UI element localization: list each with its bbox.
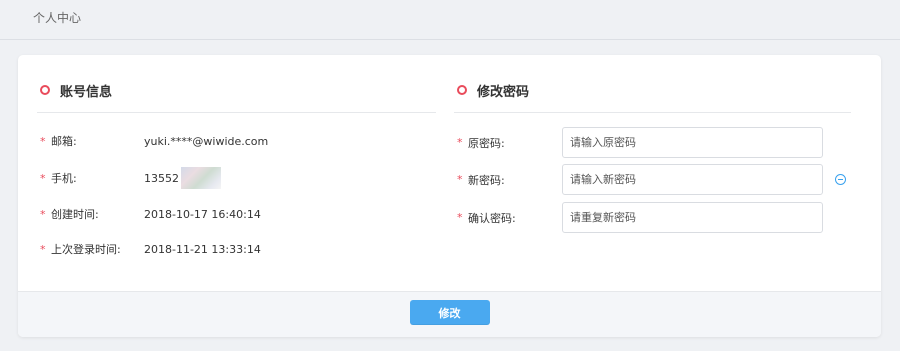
info-row-last-login: * 上次登录时间: 2018-11-21 13:33:14	[37, 241, 436, 257]
change-password-title: 修改密码	[477, 85, 530, 100]
profile-card: 账号信息 * 邮箱: yuki.****@wiwide.com * 手机: 13…	[18, 55, 881, 337]
last-login-value: 2018-11-21 13:33:14	[144, 242, 261, 256]
account-info-section: 账号信息 * 邮箱: yuki.****@wiwide.com * 手机: 13…	[37, 55, 436, 256]
required-mark: *	[457, 173, 463, 186]
form-row-new-password: * 新密码:	[454, 164, 851, 195]
required-mark: *	[457, 136, 463, 149]
page-header: 个人中心	[0, 0, 900, 40]
form-row-confirm-password: * 确认密码:	[454, 202, 851, 233]
email-label: 邮箱:	[51, 135, 77, 148]
required-mark: *	[40, 134, 46, 148]
account-info-header: 账号信息	[37, 55, 436, 113]
phone-label: 手机:	[51, 172, 77, 185]
required-mark: *	[40, 242, 46, 256]
email-value: yuki.****@wiwide.com	[144, 134, 269, 148]
phone-value-wrap: 13552	[144, 167, 221, 189]
submit-button[interactable]: 修改	[409, 300, 490, 325]
account-info-title: 账号信息	[60, 85, 113, 100]
created-time-value: 2018-10-17 16:40:14	[144, 207, 261, 221]
circle-ring-icon	[40, 85, 50, 95]
change-password-header: 修改密码	[454, 55, 851, 113]
form-row-old-password: * 原密码:	[454, 127, 851, 158]
card-footer: 修改	[18, 291, 881, 337]
created-time-label: 创建时间:	[51, 208, 99, 221]
old-password-input[interactable]	[562, 127, 823, 158]
change-password-section: 修改密码 * 原密码: * 新密码: * 确认密码:	[454, 55, 851, 233]
old-password-label: 原密码:	[468, 136, 505, 150]
last-login-label: 上次登录时间:	[51, 243, 121, 256]
redacted-blur	[181, 167, 221, 189]
circle-ring-icon	[457, 85, 467, 95]
required-mark: *	[40, 207, 46, 221]
info-row-email: * 邮箱: yuki.****@wiwide.com	[37, 133, 436, 149]
minus-circle-icon[interactable]	[835, 174, 846, 185]
required-mark: *	[40, 171, 46, 185]
confirm-password-label: 确认密码:	[468, 211, 516, 225]
info-row-created: * 创建时间: 2018-10-17 16:40:14	[37, 206, 436, 222]
new-password-input[interactable]	[562, 164, 823, 195]
phone-value: 13552	[144, 171, 179, 185]
page-title: 个人中心	[33, 11, 82, 25]
confirm-password-input[interactable]	[562, 202, 823, 233]
required-mark: *	[457, 211, 463, 224]
info-row-phone: * 手机: 13552	[37, 167, 436, 189]
new-password-label: 新密码:	[468, 173, 505, 187]
